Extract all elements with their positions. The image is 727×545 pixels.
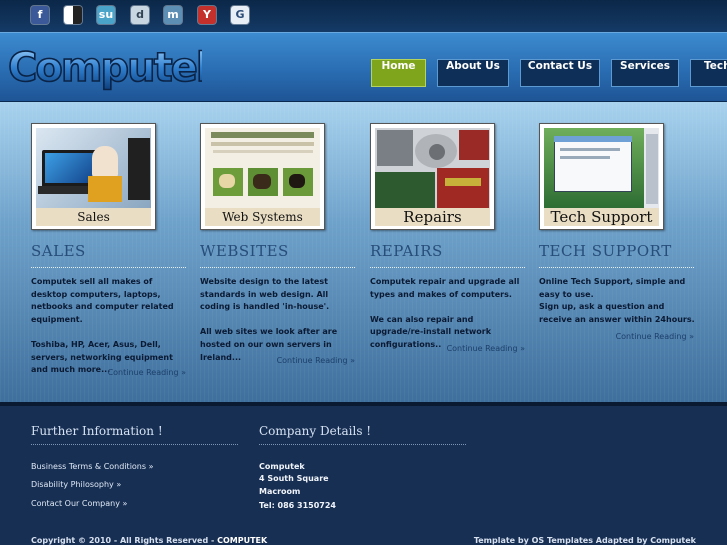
nav-services[interactable]: Services xyxy=(611,59,679,87)
divider xyxy=(31,267,186,268)
repairs-title: REPAIRS xyxy=(370,242,443,260)
company-phone: Tel: 086 3150724 xyxy=(259,501,336,510)
company-name: Computek xyxy=(259,462,305,471)
site-header: Computek Home About Us Contact Us Servic… xyxy=(0,32,727,102)
footer-link-disability-philosophy[interactable]: Disability Philosophy » xyxy=(31,480,121,489)
copyright-text: Copyright © 2010 - All Rights Reserved -… xyxy=(31,536,267,545)
nav-tech[interactable]: Tech xyxy=(690,59,727,87)
further-information-heading: Further Information ! xyxy=(31,424,163,438)
websites-text: Website design to the latest standards i… xyxy=(200,277,338,362)
websites-caption: Web Systems xyxy=(205,208,320,226)
youtube-icon[interactable]: Y xyxy=(198,6,216,24)
copyright-label: Copyright © 2010 - All Rights Reserved - xyxy=(31,536,218,545)
stumbleupon-icon[interactable]: su xyxy=(97,6,115,24)
sales-continue-link[interactable]: Continue Reading » xyxy=(31,368,186,377)
company-town: Macroom xyxy=(259,487,301,496)
computek-logo[interactable]: Computek xyxy=(6,39,202,93)
myspace-icon[interactable]: m xyxy=(164,6,182,24)
template-credit[interactable]: Template by OS Templates Adapted by Comp… xyxy=(474,536,696,545)
sales-text: Computek sell all makes of desktop compu… xyxy=(31,277,174,375)
digg-icon[interactable]: d xyxy=(131,6,149,24)
tech-support-caption: Tech Support xyxy=(544,208,659,226)
websites-thumbnail[interactable]: Web Systems xyxy=(200,123,325,230)
divider xyxy=(370,267,525,268)
repairs-image xyxy=(375,128,490,208)
divider xyxy=(200,267,355,268)
divider xyxy=(539,267,694,268)
repairs-continue-link[interactable]: Continue Reading » xyxy=(370,344,525,353)
repairs-text: Computek repair and upgrade all types an… xyxy=(370,277,520,349)
sales-caption: Sales xyxy=(36,208,151,226)
social-bar: f su d m Y G xyxy=(0,0,727,32)
tech-support-continue-link[interactable]: Continue Reading » xyxy=(539,332,694,341)
nav-contact-us[interactable]: Contact Us xyxy=(520,59,600,87)
nav-home[interactable]: Home xyxy=(371,59,426,87)
facebook-icon[interactable]: f xyxy=(31,6,49,24)
tech-support-title: TECH SUPPORT xyxy=(539,242,672,260)
divider xyxy=(259,444,466,445)
tech-support-text: Online Tech Support, simple and easy to … xyxy=(539,277,695,324)
nav-about-us[interactable]: About Us xyxy=(437,59,509,87)
delicious-icon[interactable] xyxy=(64,6,82,24)
company-address-line: 4 South Square xyxy=(259,474,329,483)
tech-support-image xyxy=(544,128,659,208)
tech-support-thumbnail[interactable]: Tech Support xyxy=(539,123,664,230)
logo-text: Computek xyxy=(8,45,202,91)
websites-continue-link[interactable]: Continue Reading » xyxy=(200,356,355,365)
google-icon[interactable]: G xyxy=(231,6,249,24)
main-content: Sales SALES Computek sell all makes of d… xyxy=(0,102,727,402)
repairs-caption: Repairs xyxy=(375,208,490,226)
sales-image xyxy=(36,128,151,208)
company-details-heading: Company Details ! xyxy=(259,424,372,438)
site-footer: Further Information ! Business Terms & C… xyxy=(0,402,727,545)
repairs-thumbnail[interactable]: Repairs xyxy=(370,123,495,230)
divider xyxy=(31,444,238,445)
sales-title: SALES xyxy=(31,242,86,260)
sales-thumbnail[interactable]: Sales xyxy=(31,123,156,230)
websites-title: WEBSITES xyxy=(200,242,289,260)
copyright-brand[interactable]: COMPUTEK xyxy=(217,536,267,545)
footer-link-business-terms[interactable]: Business Terms & Conditions » xyxy=(31,462,153,471)
footer-link-contact-company[interactable]: Contact Our Company » xyxy=(31,499,127,508)
websites-image xyxy=(205,128,320,208)
